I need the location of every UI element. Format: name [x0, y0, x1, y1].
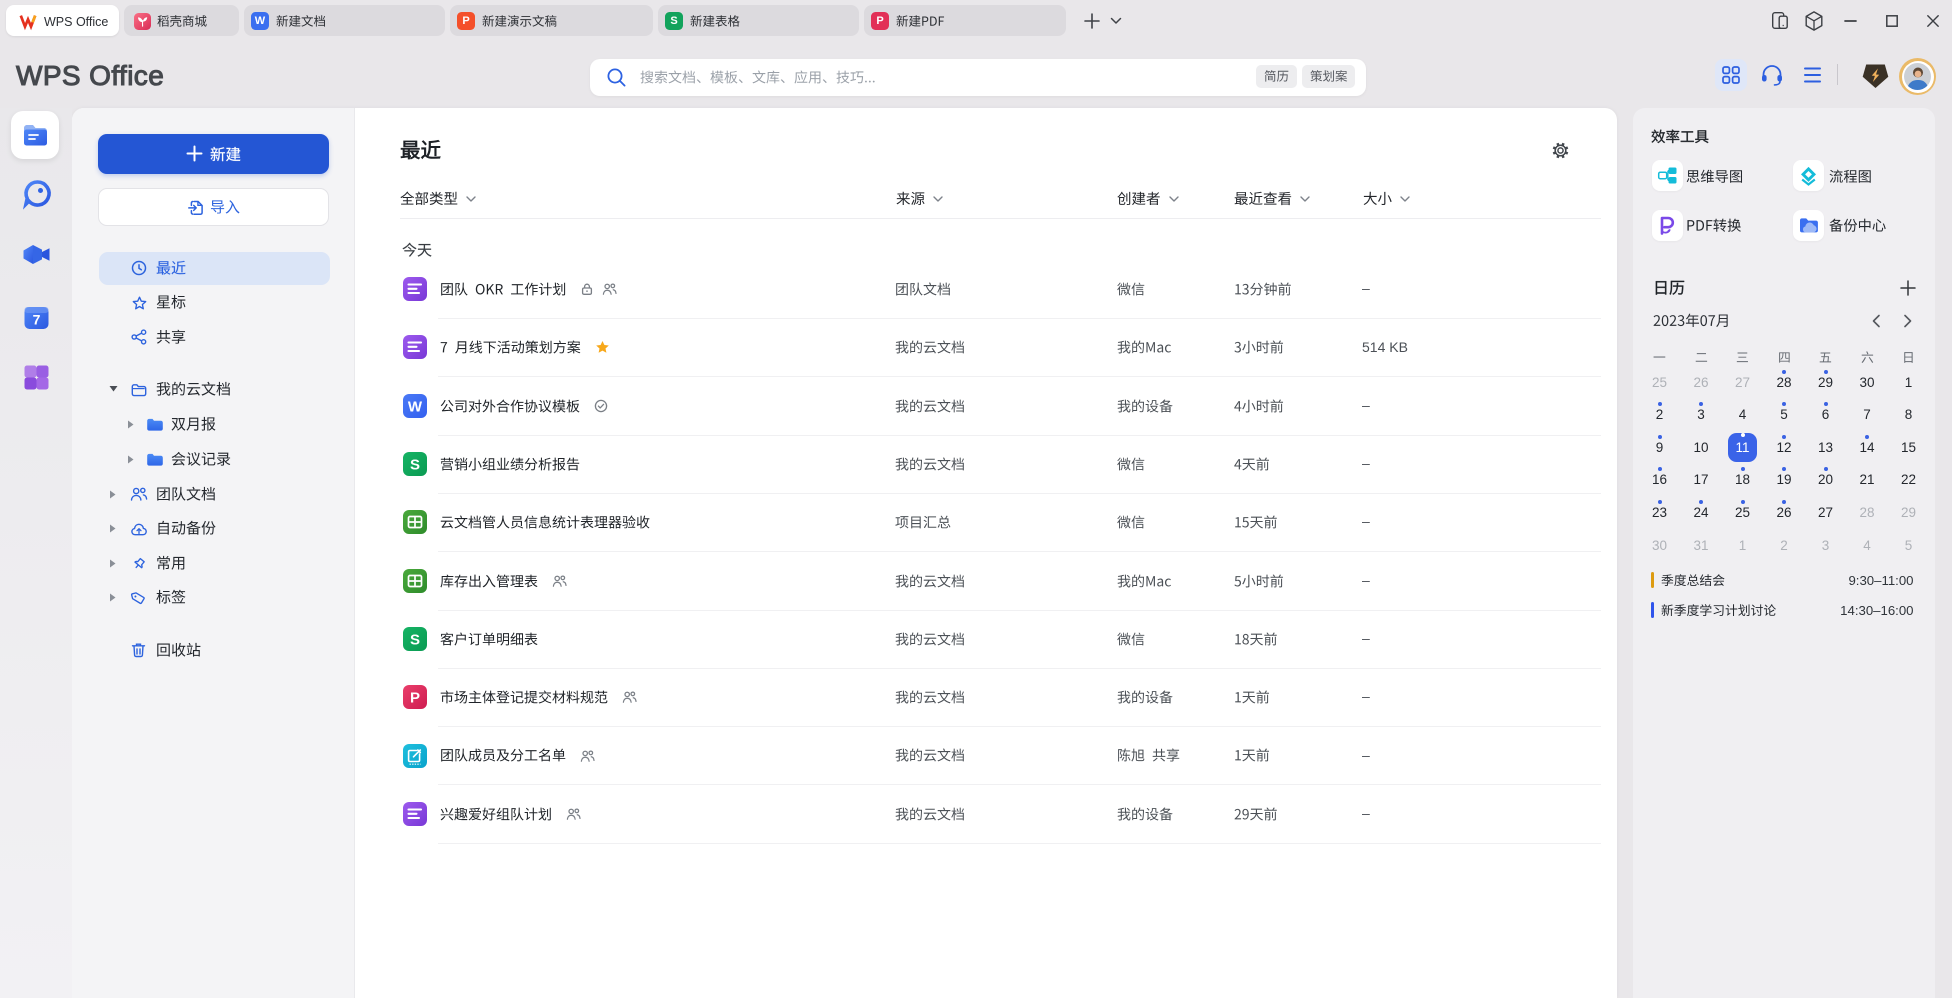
svg-text:7: 7: [33, 312, 41, 328]
svg-text:P: P: [410, 690, 420, 707]
svg-text:W: W: [408, 399, 423, 416]
svg-text:S: S: [410, 457, 420, 474]
svg-text:S: S: [410, 632, 420, 649]
